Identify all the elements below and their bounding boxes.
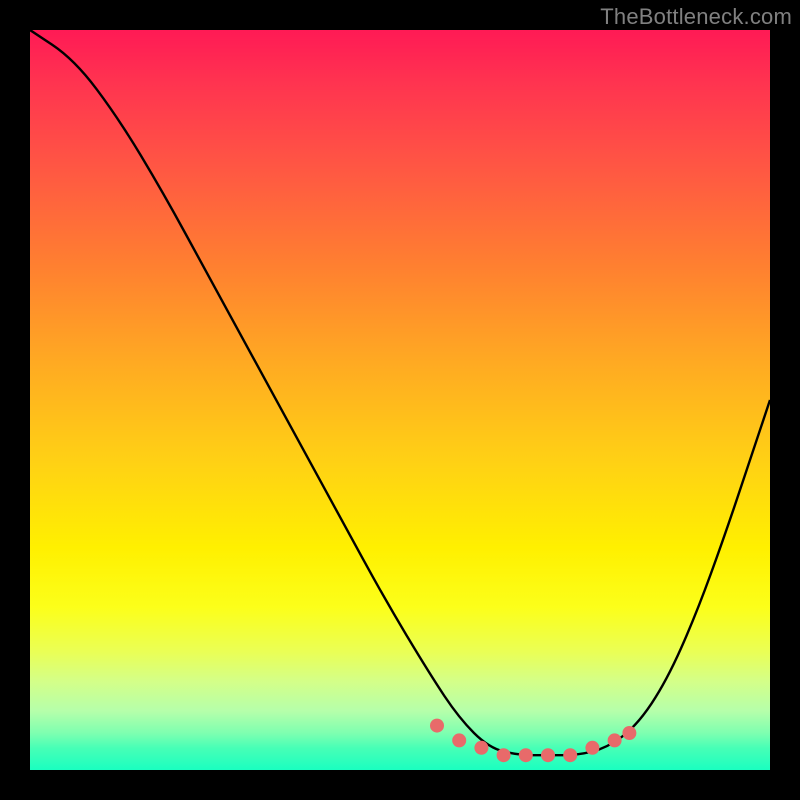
chart-frame: TheBottleneck.com (0, 0, 800, 800)
curve-svg (30, 30, 770, 770)
marker-dot (585, 741, 599, 755)
marker-dot (541, 748, 555, 762)
marker-dot (563, 748, 577, 762)
watermark-text: TheBottleneck.com (600, 4, 792, 30)
marker-dot (519, 748, 533, 762)
marker-dot (430, 719, 444, 733)
marker-dot (474, 741, 488, 755)
marker-dot (608, 733, 622, 747)
marker-dot (497, 748, 511, 762)
marker-dot (452, 733, 466, 747)
marker-dot (622, 726, 636, 740)
bottleneck-curve (30, 30, 770, 755)
curve-path (30, 30, 770, 755)
